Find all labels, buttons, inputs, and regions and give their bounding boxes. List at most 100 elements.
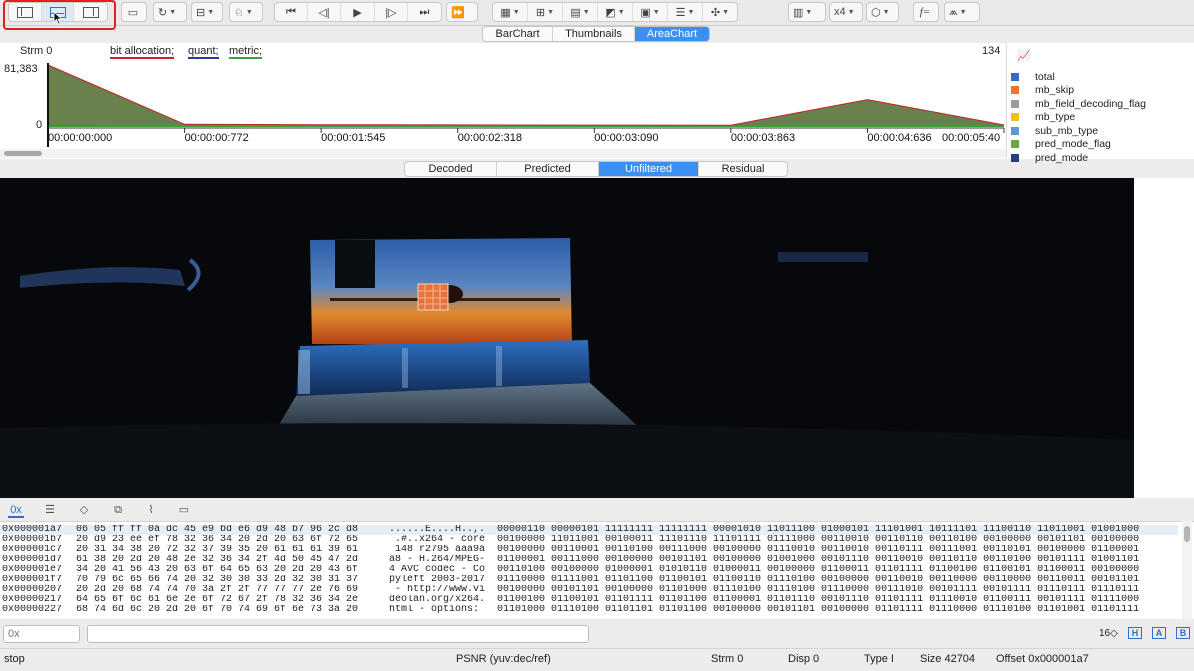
open-file-button[interactable]: ▭ (122, 3, 144, 21)
fast-forward-button[interactable]: ⏩ (447, 3, 469, 21)
grid-overlay-button[interactable]: ▦ ▼ (493, 3, 528, 21)
chart-mode-group: ▥ ▼ (788, 2, 826, 22)
legend-item[interactable]: mb_field_decoding_flag (1011, 97, 1146, 110)
next-frame-button[interactable]: |▷ (375, 3, 408, 21)
x-axis-tick-label: 00:00:05:40 (942, 132, 1000, 144)
play-button[interactable]: ▶ (341, 3, 375, 21)
legend-item[interactable]: sub_mb_type (1011, 124, 1098, 137)
partition-overlay-button[interactable]: ⊞ ▼ (528, 3, 563, 21)
prev-frame-button[interactable]: ◁| (308, 3, 341, 21)
hex-address: 0x000001a7 (2, 525, 63, 535)
tools-menu-button[interactable]: ♘ ▼ (230, 3, 257, 21)
hex-row[interactable]: 0x000001a7 06 05 ff ff 0a dc 45 e9 bd e6 … (0, 525, 1178, 535)
hex-mode-button[interactable]: H (1128, 627, 1142, 639)
legend-item[interactable]: total (1011, 70, 1055, 83)
block-overlay-button[interactable]: ▤ ▼ (563, 3, 598, 21)
hex-bits: 01100001 00111000 00100000 00101101 0010… (497, 555, 1140, 565)
hex-row[interactable]: 0x000001b7 20 d9 23 ee ef 78 32 36 34 20 … (0, 535, 1178, 545)
list-icon: ☰ (675, 6, 686, 19)
fast-forward-group: ⏩ (446, 2, 478, 22)
skip-to-start-icon: ⏮ (286, 5, 296, 18)
info-button[interactable]: ◇ (76, 502, 92, 518)
ascii-mode-button[interactable]: A (1152, 627, 1166, 639)
last-frame-button[interactable]: ⏭ (408, 3, 441, 21)
area-chart-plot[interactable]: 00:00:00:000 00:00:00:772 00:00:01:545 00:0… (0, 43, 1006, 149)
right-pane-layout-button[interactable] (74, 3, 107, 21)
info-overlay-button[interactable]: ☰ ▼ (668, 3, 703, 21)
area-series-1[interactable] (48, 65, 1004, 127)
chart-horizontal-scrollbar[interactable] (0, 149, 1006, 158)
extra-menu-button[interactable]: ⩕ ▼ (945, 3, 971, 21)
legend-item[interactable]: pred_mode_flag (1011, 138, 1111, 151)
line-chart-icon: 📈 (1017, 50, 1031, 62)
legend-item[interactable]: pred_mode (1011, 151, 1088, 164)
tab-decoded[interactable]: Decoded (405, 162, 497, 176)
function-button[interactable]: f= (914, 3, 936, 21)
hex-row[interactable]: 0x000001e7 34 20 41 56 43 20 63 6f 64 65 … (0, 565, 1178, 575)
bar-chart-button[interactable]: ▥ ▼ (789, 3, 816, 21)
syntax-tree-button[interactable]: ☰ (42, 502, 58, 518)
legend-label: mb_field_decoding_flag (1035, 97, 1146, 110)
radix-select[interactable]: 16◇ (1099, 628, 1118, 639)
tab-thumbnails[interactable]: Thumbnails (553, 27, 635, 41)
tab-barchart[interactable]: BarChart (483, 27, 553, 41)
motion-vector-icon: ✣ (710, 6, 721, 19)
hex-row[interactable]: 0x000001c7 20 31 34 38 20 72 32 37 39 35 … (0, 545, 1178, 555)
compare-button[interactable]: ⧉ (110, 502, 126, 518)
first-frame-button[interactable]: ⏮ (275, 3, 308, 21)
hex-address: 0x000001c7 (2, 545, 63, 555)
zoom-select[interactable]: x4 ▼ (830, 3, 859, 21)
tab-areachart[interactable]: AreaChart (635, 27, 709, 41)
hex-view-button[interactable]: 0x (8, 502, 24, 518)
reload-group: ↻ ▼ (153, 2, 187, 22)
hex-row[interactable]: 0x000001f7 70 79 6c 65 66 74 20 32 30 30 … (0, 575, 1178, 585)
tab-residual[interactable]: Residual (699, 162, 787, 176)
chart-type-select[interactable]: 📈 (1017, 49, 1043, 65)
reload-button[interactable]: ↻ ▼ (154, 3, 180, 21)
legend-swatch (1011, 99, 1019, 108)
comments-button[interactable]: ▭ (176, 502, 192, 518)
hex-row[interactable]: 0x00000227 68 74 6d 6c 20 2d 20 6f 70 74 … (0, 605, 1178, 615)
legend-label: mb_skip (1035, 84, 1075, 96)
legend-item[interactable]: mb_type (1011, 111, 1075, 124)
hex-dump[interactable]: 0x000001a7 06 05 ff ff 0a dc 45 e9 bd e6 … (0, 521, 1194, 619)
stats-button[interactable]: ⌇ (143, 502, 159, 518)
image-icon: ▣ (640, 6, 651, 19)
motion-vector-button[interactable]: ✣ ▼ (703, 3, 737, 21)
search-input[interactable] (87, 625, 589, 643)
psnr-status: PSNR (yuv:dec/ref) (456, 653, 551, 665)
save-button[interactable]: ⊟ ▼ (192, 3, 218, 21)
chart-scroll-thumb[interactable] (4, 151, 42, 156)
legend-label: pred_mode_flag (1035, 138, 1111, 150)
hex-row[interactable]: 0x00000217 64 65 6f 6c 61 6e 2e 6f 72 67 … (0, 595, 1178, 605)
open-group: ▭ (121, 2, 147, 22)
hex-ascii: .#..x264 - core (389, 535, 486, 545)
playback-controls: ⏮ ◁| ▶ |▷ ⏭ (274, 2, 442, 22)
3d-view-button[interactable]: ⬡ ▼ (867, 3, 894, 21)
legend-panel: 📈 total mb_skip mb_field_decoding_flag mb_t… (1006, 43, 1194, 164)
stream-analyzer-window: ▭ ↻ ▼ ⊟ ▼ ♘ ▼ ⏮ ◁| ▶ |▷ ⏭ ⏩ ▦ ▼ ⊞ ▼ ▤ ▼ ◩ ▼ ▣ ▼ … (0, 0, 1194, 671)
legend-label: sub_mb_type (1035, 124, 1099, 137)
legend-swatch (1011, 86, 1019, 94)
hex-row[interactable]: 0x00000207 20 2d 20 68 74 74 70 3a 2f 2f … (0, 585, 1178, 595)
legend-item[interactable]: mb_skip (1011, 84, 1074, 97)
left-pane-layout-button[interactable] (9, 3, 42, 21)
tab-unfiltered[interactable]: Unfiltered (599, 162, 699, 176)
zoom-group: x4 ▼ (829, 2, 863, 22)
legend-swatch (1011, 113, 1019, 121)
offset-input[interactable] (3, 625, 80, 643)
mode-overlay-button[interactable]: ◩ ▼ (598, 3, 633, 21)
hex-bytes: 20 2d 20 68 74 74 70 3a 2f 2f 77 77 77 2… (76, 585, 359, 595)
current-frame-marker[interactable] (47, 63, 49, 147)
video-frame[interactable] (0, 178, 1134, 498)
x-axis-tick-label: 00:00:03:090 (594, 132, 658, 144)
binary-mode-button[interactable]: B (1176, 627, 1190, 639)
chevron-down-icon: ▼ (882, 8, 890, 16)
chevron-down-icon: ▼ (687, 8, 695, 16)
hex-row[interactable]: 0x000001d7 61 38 20 2d 20 48 2e 32 36 34 … (0, 555, 1178, 565)
hex-scroll-thumb[interactable] (1184, 526, 1190, 542)
image-overlay-button[interactable]: ▣ ▼ (633, 3, 668, 21)
save-group: ⊟ ▼ (191, 2, 223, 22)
tab-predicted[interactable]: Predicted (497, 162, 599, 176)
waveform-icon: ⩕ (949, 5, 958, 18)
